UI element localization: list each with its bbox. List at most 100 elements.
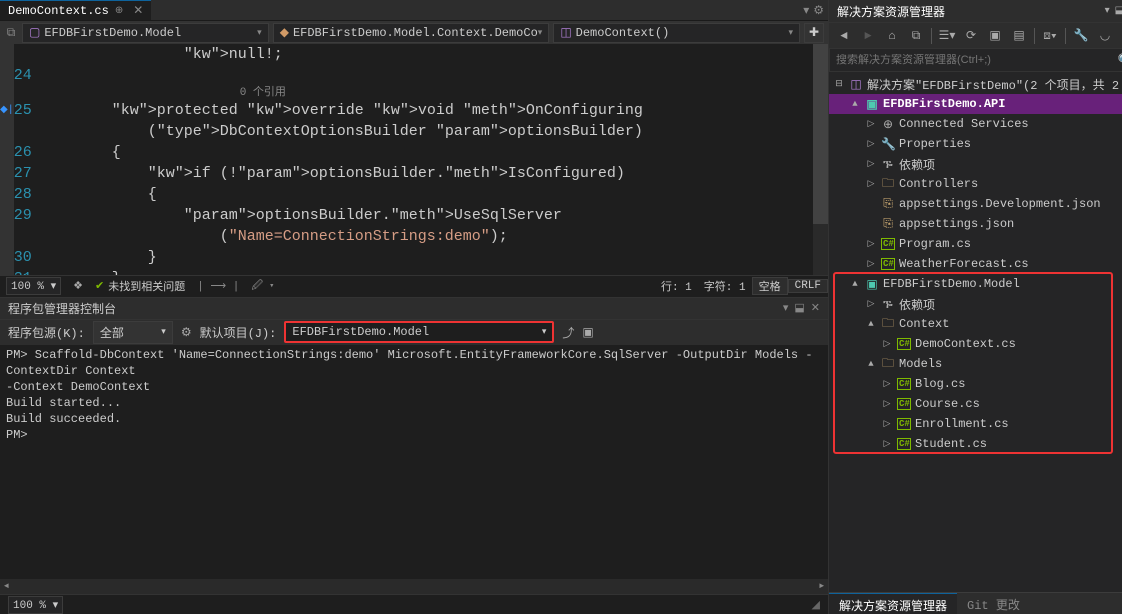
tree-item[interactable]: ▷⊕Connected Services	[829, 114, 1122, 134]
lightbulb-icon[interactable]: 🖉 ▾	[245, 277, 279, 296]
dropdown-icon[interactable]: ▾	[1105, 5, 1110, 17]
back-icon[interactable]: ◄	[835, 29, 853, 43]
properties-icon[interactable]: 🔧	[1072, 28, 1090, 43]
close-icon[interactable]: ✕	[811, 301, 820, 315]
code-line[interactable]: {	[40, 184, 828, 205]
default-project-dropdown[interactable]: EFDBFirstDemo.Model▾	[284, 321, 554, 343]
indent-icon[interactable]: | ⟶ |	[191, 279, 245, 293]
tree-item[interactable]: ▷C#Student.cs	[829, 434, 1122, 454]
code-line[interactable]: }	[40, 268, 828, 275]
expander-icon[interactable]: ▷	[881, 419, 893, 429]
gear-icon[interactable]: ⚙	[813, 3, 824, 18]
nav-split-icon[interactable]: ✚	[804, 23, 824, 43]
tab-git-changes[interactable]: Git 更改	[957, 593, 1030, 614]
code-line[interactable]: ("Name=ConnectionStrings:demo");	[40, 226, 828, 247]
expander-icon[interactable]: ▲	[865, 319, 877, 329]
code-line[interactable]: }	[40, 247, 828, 268]
filter-icon[interactable]: ☰▾	[938, 28, 956, 43]
solution-explorer-search[interactable]: 🔍▾	[829, 48, 1122, 72]
scrollbar-thumb[interactable]	[813, 44, 828, 224]
vertical-scrollbar[interactable]	[813, 44, 828, 275]
preview-icon[interactable]: ◡	[1096, 28, 1114, 43]
tree-item[interactable]: ▷C#Program.cs	[829, 234, 1122, 254]
dropdown-icon[interactable]: ▾	[803, 3, 809, 18]
tree-item[interactable]: ▲▣EFDBFirstDemo.API	[829, 94, 1122, 114]
pin-icon[interactable]: ⬓	[1115, 5, 1122, 17]
nav-member-dropdown[interactable]: ◫DemoContext() ▾	[553, 23, 800, 43]
search-icon[interactable]: 🔍▾	[1117, 53, 1122, 68]
tree-item[interactable]: ▷C#Blog.cs	[829, 374, 1122, 394]
console-output[interactable]: PM> Scaffold-DbContext 'Name=ConnectionS…	[0, 345, 828, 580]
collapse-icon[interactable]: ▣	[986, 28, 1004, 43]
pin-icon[interactable]: ⊕	[115, 5, 123, 17]
nav-class-dropdown[interactable]: ◆EFDBFirstDemo.Model.Context.DemoCo ▾	[273, 23, 550, 43]
tree-item[interactable]: ▷C#DemoContext.cs	[829, 334, 1122, 354]
home-icon[interactable]: ⌂	[883, 29, 901, 43]
tab-solution-explorer[interactable]: 解决方案资源管理器	[829, 593, 957, 614]
expander-icon[interactable]: ▷	[881, 399, 893, 409]
line-ending[interactable]: CRLF	[788, 279, 828, 293]
code-line[interactable]: {	[40, 142, 828, 163]
dropdown-icon[interactable]: ▾	[783, 301, 789, 315]
file-tab[interactable]: DemoContext.cs ⊕ ✕	[0, 0, 151, 20]
console-zoom-dropdown[interactable]: 100 % ▾	[8, 596, 63, 614]
expander-icon[interactable]: ▷	[881, 439, 893, 449]
breakpoint-margin[interactable]: ◆|◆|	[0, 44, 14, 275]
tree-item[interactable]: ▲▣EFDBFirstDemo.Model	[829, 274, 1122, 294]
tree-item[interactable]: ▷C#Course.cs	[829, 394, 1122, 414]
horizontal-scrollbar[interactable]	[0, 579, 828, 594]
sync-icon[interactable]: ⟳	[962, 28, 980, 43]
code-line[interactable]: "kw">if (!"param">optionsBuilder."meth">…	[40, 163, 828, 184]
expander-icon[interactable]: ▷	[865, 259, 877, 269]
expander-icon[interactable]: ▷	[865, 159, 877, 169]
tree-item[interactable]: ▷ᎏ依赖项	[829, 154, 1122, 174]
show-all-icon[interactable]: ▤	[1010, 28, 1028, 43]
code-content[interactable]: "kw">null!; 0 个引用 "kw">protected "kw">ove…	[40, 44, 828, 275]
expander-icon[interactable]: ▲	[849, 279, 861, 289]
tree-item[interactable]: ⎘appsettings.json	[829, 214, 1122, 234]
close-icon[interactable]: ✕	[133, 3, 143, 18]
breakpoint-marker[interactable]: ◆|	[0, 100, 14, 121]
package-source-dropdown[interactable]: 全部▾	[93, 321, 173, 344]
expander-icon[interactable]: ⊟	[833, 79, 845, 89]
switch-views-icon[interactable]: ⧉	[907, 29, 925, 43]
gear-icon[interactable]: ⚙	[181, 325, 192, 340]
solution-tree[interactable]: ⊟ ◫ 解决方案"EFDBFirstDemo"(2 个项目，共 2 个) ▲▣E…	[829, 72, 1122, 592]
expander-icon[interactable]: ▷	[865, 299, 877, 309]
tree-item[interactable]: ▲🗀Context	[829, 314, 1122, 334]
resize-grip-icon[interactable]: ◢	[812, 598, 820, 612]
error-indicator[interactable]: ❖	[67, 279, 89, 293]
tree-item[interactable]: ▲🗀Models	[829, 354, 1122, 374]
expander-icon[interactable]: ▷	[881, 379, 893, 389]
tree-item[interactable]: ▷C#Enrollment.cs	[829, 414, 1122, 434]
nav-namespace-dropdown[interactable]: ▢EFDBFirstDemo.Model ▾	[22, 23, 269, 43]
tree-item[interactable]: ▷ᎏ依赖项	[829, 294, 1122, 314]
expander-icon[interactable]: ▷	[865, 239, 877, 249]
tree-item[interactable]: ▷🗀Controllers	[829, 174, 1122, 194]
indent-mode[interactable]: 空格	[752, 277, 788, 295]
tree-item[interactable]: ▷🔧Properties	[829, 134, 1122, 154]
reference-count[interactable]: 0 个引用	[40, 86, 828, 100]
pin-icon[interactable]: ⬓	[794, 301, 804, 315]
nav-back-icon[interactable]: ⧉	[4, 26, 18, 40]
tree-item[interactable]: ▷C#WeatherForecast.cs	[829, 254, 1122, 274]
view-icon[interactable]: ⧈▾	[1041, 29, 1059, 43]
no-issues-label[interactable]: ✔未找到相关问题	[89, 278, 191, 294]
expander-icon[interactable]: ▷	[881, 339, 893, 349]
stop-icon[interactable]: ▣	[582, 325, 593, 340]
code-line[interactable]: ("type">DbContextOptionsBuilder "param">…	[40, 121, 828, 142]
solution-node[interactable]: ⊟ ◫ 解决方案"EFDBFirstDemo"(2 个项目，共 2 个)	[829, 74, 1122, 94]
code-line[interactable]: "kw">null!;	[40, 44, 828, 65]
refresh-icon[interactable]: ⤴	[562, 324, 574, 341]
expander-icon[interactable]: ▲	[865, 359, 877, 369]
zoom-dropdown[interactable]: 100 % ▾	[6, 277, 61, 295]
expander-icon[interactable]: ▲	[849, 99, 861, 109]
code-editor[interactable]: ◆|◆| 24252627282930313233 "kw">null!;0 个…	[0, 44, 828, 275]
expander-icon[interactable]: ▷	[865, 179, 877, 189]
code-line[interactable]: "param">optionsBuilder."meth">UseSqlServ…	[40, 205, 828, 226]
expander-icon[interactable]: ▷	[865, 119, 877, 129]
tree-item[interactable]: ⎘appsettings.Development.json	[829, 194, 1122, 214]
code-line[interactable]: "kw">protected "kw">override "kw">void "…	[40, 100, 828, 121]
search-input[interactable]	[836, 54, 1117, 66]
expander-icon[interactable]: ▷	[865, 139, 877, 149]
